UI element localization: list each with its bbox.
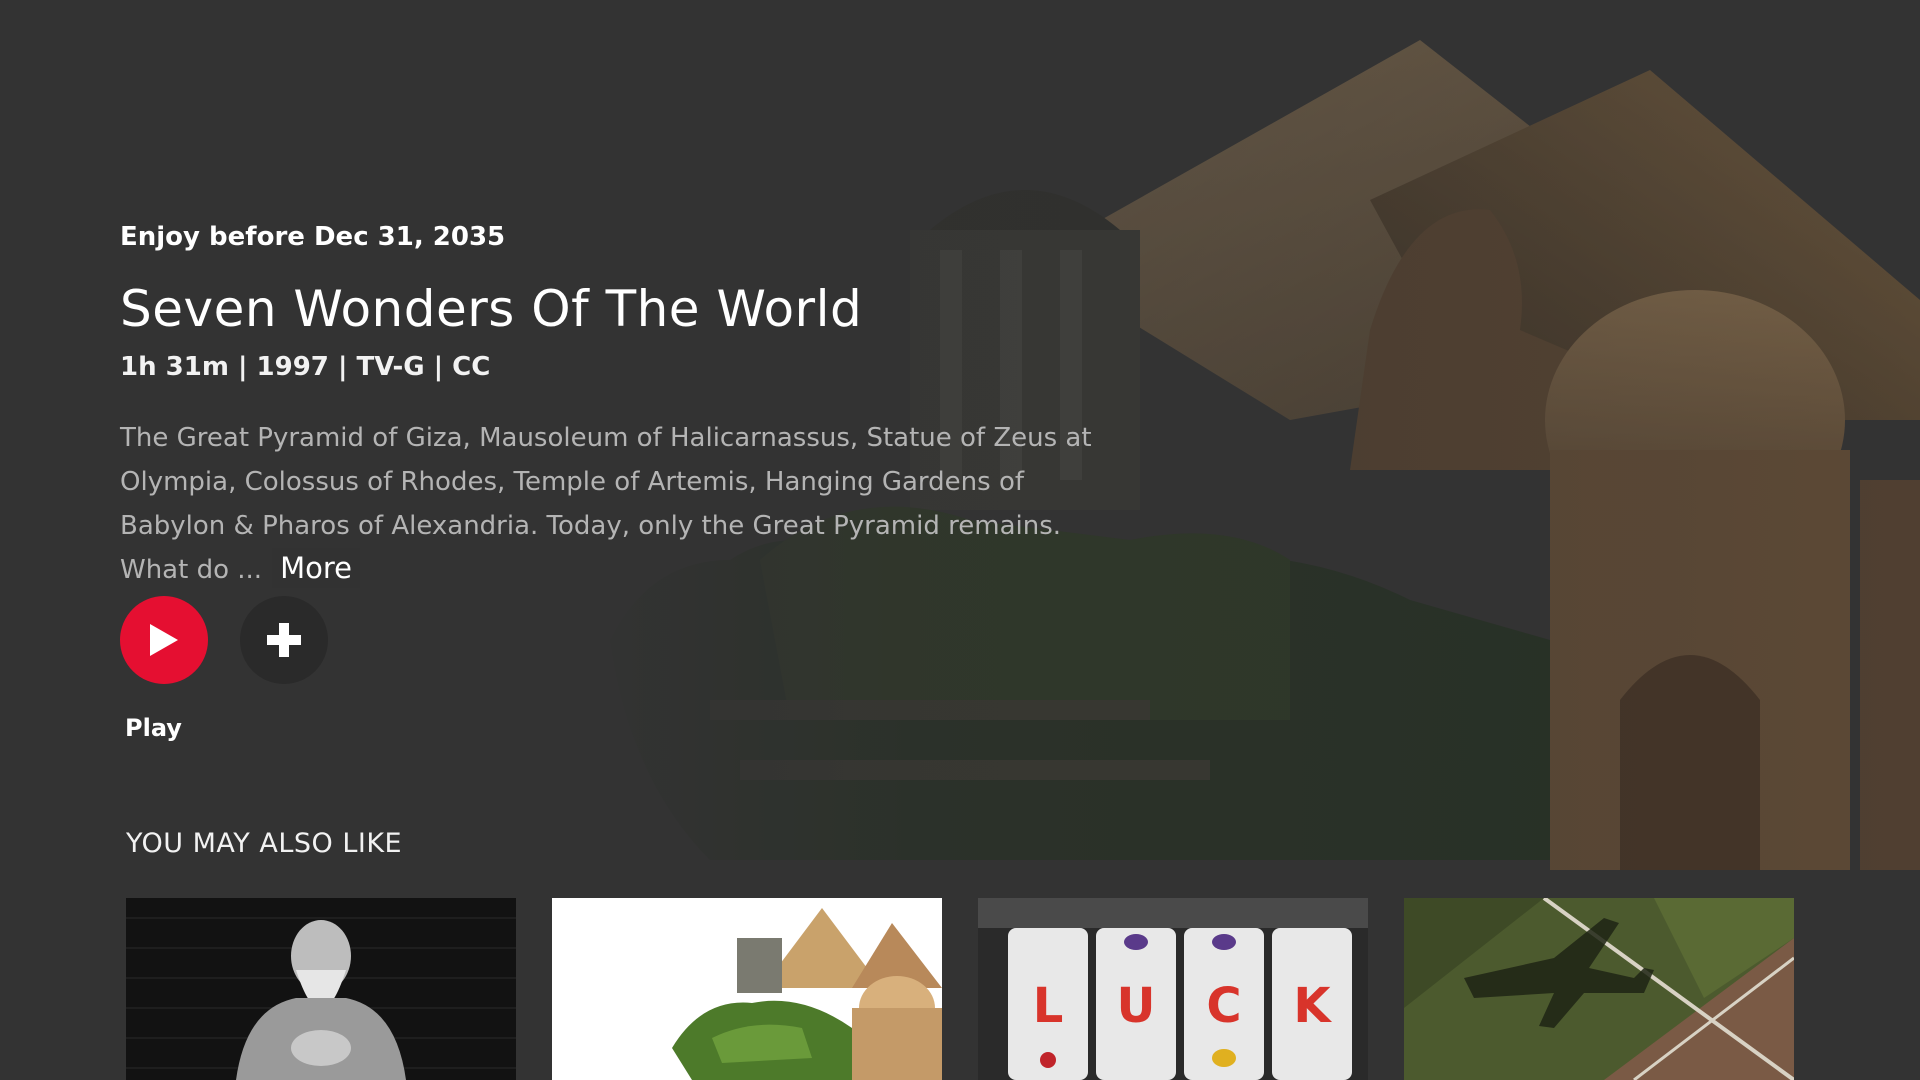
description-text: The Great Pyramid of Giza, Mausoleum of … [120,423,1092,585]
reel-letter: C [1206,978,1241,1034]
recommendation-tile[interactable]: L U C K [978,898,1368,1080]
thumbnail-image [126,898,516,1080]
content-metadata: 1h 31m | 1997 | TV-G | CC [120,352,491,382]
recommendation-tile[interactable] [1404,898,1794,1080]
page-title: Seven Wonders Of The World [120,280,863,338]
plus-icon [267,623,301,657]
play-button[interactable] [120,596,208,684]
recommendation-tile[interactable] [552,898,942,1080]
section-title: YOU MAY ALSO LIKE [126,828,403,859]
thumbnail-image [1404,898,1794,1080]
more-button[interactable]: More [272,548,360,588]
description: The Great Pyramid of Giza, Mausoleum of … [120,416,1120,592]
add-to-list-button[interactable] [240,596,328,684]
recommendation-tile[interactable] [126,898,516,1080]
reel-letter: U [1117,978,1156,1034]
reel-letter: K [1293,978,1332,1034]
reel-letter: L [1033,978,1064,1034]
thumbnail-image: L U C K [978,898,1368,1080]
play-icon [150,624,178,656]
play-label: Play [125,714,182,742]
details-page: Enjoy before Dec 31, 2035 Seven Wonders … [0,0,1920,1080]
thumbnail-image [552,898,942,1080]
availability-date: Enjoy before Dec 31, 2035 [120,222,506,252]
